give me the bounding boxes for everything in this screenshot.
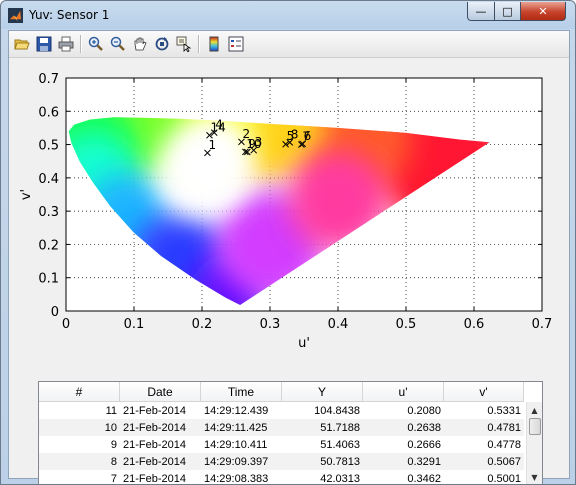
table-cell: 11: [105, 404, 117, 417]
data-point-label: 3: [255, 135, 263, 149]
x-tick-label: 0.4: [328, 317, 349, 332]
table-row[interactable]: 7 21-Feb-2014 14:29:08.383 42.0313 0.3462 0.5…: [39, 470, 524, 485]
matlab-figure-window: Yuv: Sensor 1 — □ ✕ 0 0.1 0.2 0.3 0.4 0.…: [0, 0, 576, 485]
open-icon[interactable]: [12, 34, 32, 54]
y-axis-label: v': [19, 189, 34, 200]
window-title: Yuv: Sensor 1: [29, 8, 110, 22]
table-cell: 14:29:12.439: [204, 404, 269, 417]
y-tick-label: 0: [51, 305, 59, 320]
data-point-label: 1: [208, 138, 216, 152]
table-cell: 0.5001: [487, 472, 521, 485]
close-button[interactable]: ✕: [520, 2, 566, 21]
table-cell: 21-Feb-2014: [123, 404, 186, 417]
y-tick-label: 0.7: [38, 72, 59, 87]
vertical-scrollbar[interactable]: ▲ ▼: [526, 402, 542, 484]
table-cell: 0.5067: [487, 455, 521, 468]
table-cell: 0.5331: [487, 404, 521, 417]
x-axis-label: u': [298, 336, 310, 351]
zoom-out-icon[interactable]: [108, 34, 128, 54]
y-tick-label: 0.4: [38, 172, 59, 187]
x-tick-label: 0.6: [464, 317, 485, 332]
figure-toolbar: [9, 31, 569, 58]
table-cell: 21-Feb-2014: [123, 421, 186, 434]
table-cell: 10: [104, 421, 117, 434]
table-cell: 0.4778: [487, 438, 521, 451]
scroll-up-button[interactable]: ▲: [527, 403, 542, 418]
table-cell: 8: [110, 455, 117, 468]
chromaticity-plot[interactable]: 0 0.1 0.2 0.3 0.4 0.5 0.6 0.7 0 0.1 0.2 0.3 0.4 0.5 0.…: [9, 58, 569, 378]
column-header[interactable]: Time: [201, 382, 282, 401]
figure-area: 0 0.1 0.2 0.3 0.4 0.5 0.6 0.7 0 0.1 0.2 0.3 0.4 0.5 0.…: [9, 58, 569, 484]
column-header[interactable]: #: [39, 382, 120, 401]
data-point-label: 8: [291, 127, 299, 141]
zoom-in-icon[interactable]: [86, 34, 106, 54]
table-row[interactable]: 8 21-Feb-2014 14:29:09.397 50.7813 0.3291 0.5…: [39, 453, 524, 470]
table-cell: 0.3462: [407, 472, 441, 485]
table-cell: 21-Feb-2014: [123, 472, 186, 485]
y-tick-label: 0.1: [38, 272, 59, 287]
x-tick-label: 0.5: [396, 317, 417, 332]
table-cell: 0.2638: [407, 421, 441, 434]
table-cell: 7: [110, 472, 117, 485]
table-cell: 0.2666: [407, 438, 441, 451]
table-cell: 14:29:08.383: [204, 472, 269, 485]
x-tick-label: 0: [62, 317, 70, 332]
title-bar[interactable]: Yuv: Sensor 1 — □ ✕: [1, 1, 575, 29]
y-tick-label: 0.3: [38, 205, 59, 220]
column-header[interactable]: u': [363, 382, 444, 401]
table-cell: 42.0313: [320, 472, 360, 485]
data-point-label: 4: [215, 118, 223, 132]
rotate-icon[interactable]: [152, 34, 172, 54]
pan-icon[interactable]: [130, 34, 150, 54]
toolbar-separator: [80, 35, 82, 53]
x-tick-label: 0.3: [260, 317, 281, 332]
table-cell: 14:29:10.411: [204, 438, 268, 451]
table-cell: 9: [110, 438, 117, 451]
toolbar-separator: [198, 35, 200, 53]
table-cell: 0.2080: [407, 404, 441, 417]
table-header: # Date Time Yu' v': [39, 382, 524, 402]
measurement-table[interactable]: # Date Time Yu' v' 11 21-Feb-2014 14:29:12.439…: [38, 381, 543, 485]
table-cell: 51.4063: [320, 438, 360, 451]
table-cell: 50.7813: [320, 455, 360, 468]
column-header[interactable]: v': [444, 382, 524, 401]
x-tick-label: 0.1: [124, 317, 145, 332]
print-icon[interactable]: [56, 34, 76, 54]
maximize-button[interactable]: □: [494, 2, 521, 21]
table-body: 11 21-Feb-2014 14:29:12.439 104.8438 0.2080 0…: [39, 402, 524, 485]
table-cell: 14:29:09.397: [204, 455, 269, 468]
minimize-button[interactable]: —: [467, 2, 495, 21]
table-cell: 104.8438: [314, 404, 360, 417]
column-header[interactable]: Y: [282, 382, 363, 401]
table-cell: 51.7188: [320, 421, 360, 434]
table-cell: 21-Feb-2014: [123, 455, 186, 468]
table-cell: 0.3291: [407, 455, 441, 468]
data-point-label: 7: [302, 130, 310, 144]
scroll-down-button[interactable]: ▼: [527, 470, 542, 484]
column-header[interactable]: Date: [120, 382, 201, 401]
table-row[interactable]: 9 21-Feb-2014 14:29:10.411 51.4063 0.2666 0.4…: [39, 436, 524, 453]
table-cell: 21-Feb-2014: [123, 438, 186, 451]
y-tick-label: 0.5: [38, 139, 59, 154]
table-row[interactable]: 10 21-Feb-2014 14:29:11.425 51.7188 0.2638 0.…: [39, 419, 524, 436]
save-icon[interactable]: [34, 34, 54, 54]
scroll-thumb[interactable]: [529, 418, 541, 435]
y-tick-label: 0.6: [38, 105, 59, 120]
data-cursor-icon[interactable]: [174, 34, 194, 54]
table-cell: 0.4781: [487, 421, 521, 434]
y-tick-label: 0.2: [38, 238, 59, 253]
x-tick-label: 0.2: [192, 317, 213, 332]
table-cell: 14:29:11.425: [204, 421, 268, 434]
legend-icon[interactable]: [226, 34, 246, 54]
table-row[interactable]: 11 21-Feb-2014 14:29:12.439 104.8438 0.2080 0…: [39, 402, 524, 419]
client-area: 0 0.1 0.2 0.3 0.4 0.5 0.6 0.7 0 0.1 0.2 0.3 0.4 0.5 0.…: [8, 30, 570, 484]
x-tick-label: 0.7: [532, 317, 553, 332]
matlab-app-icon: [8, 8, 23, 23]
colorbar-icon[interactable]: [204, 34, 224, 54]
